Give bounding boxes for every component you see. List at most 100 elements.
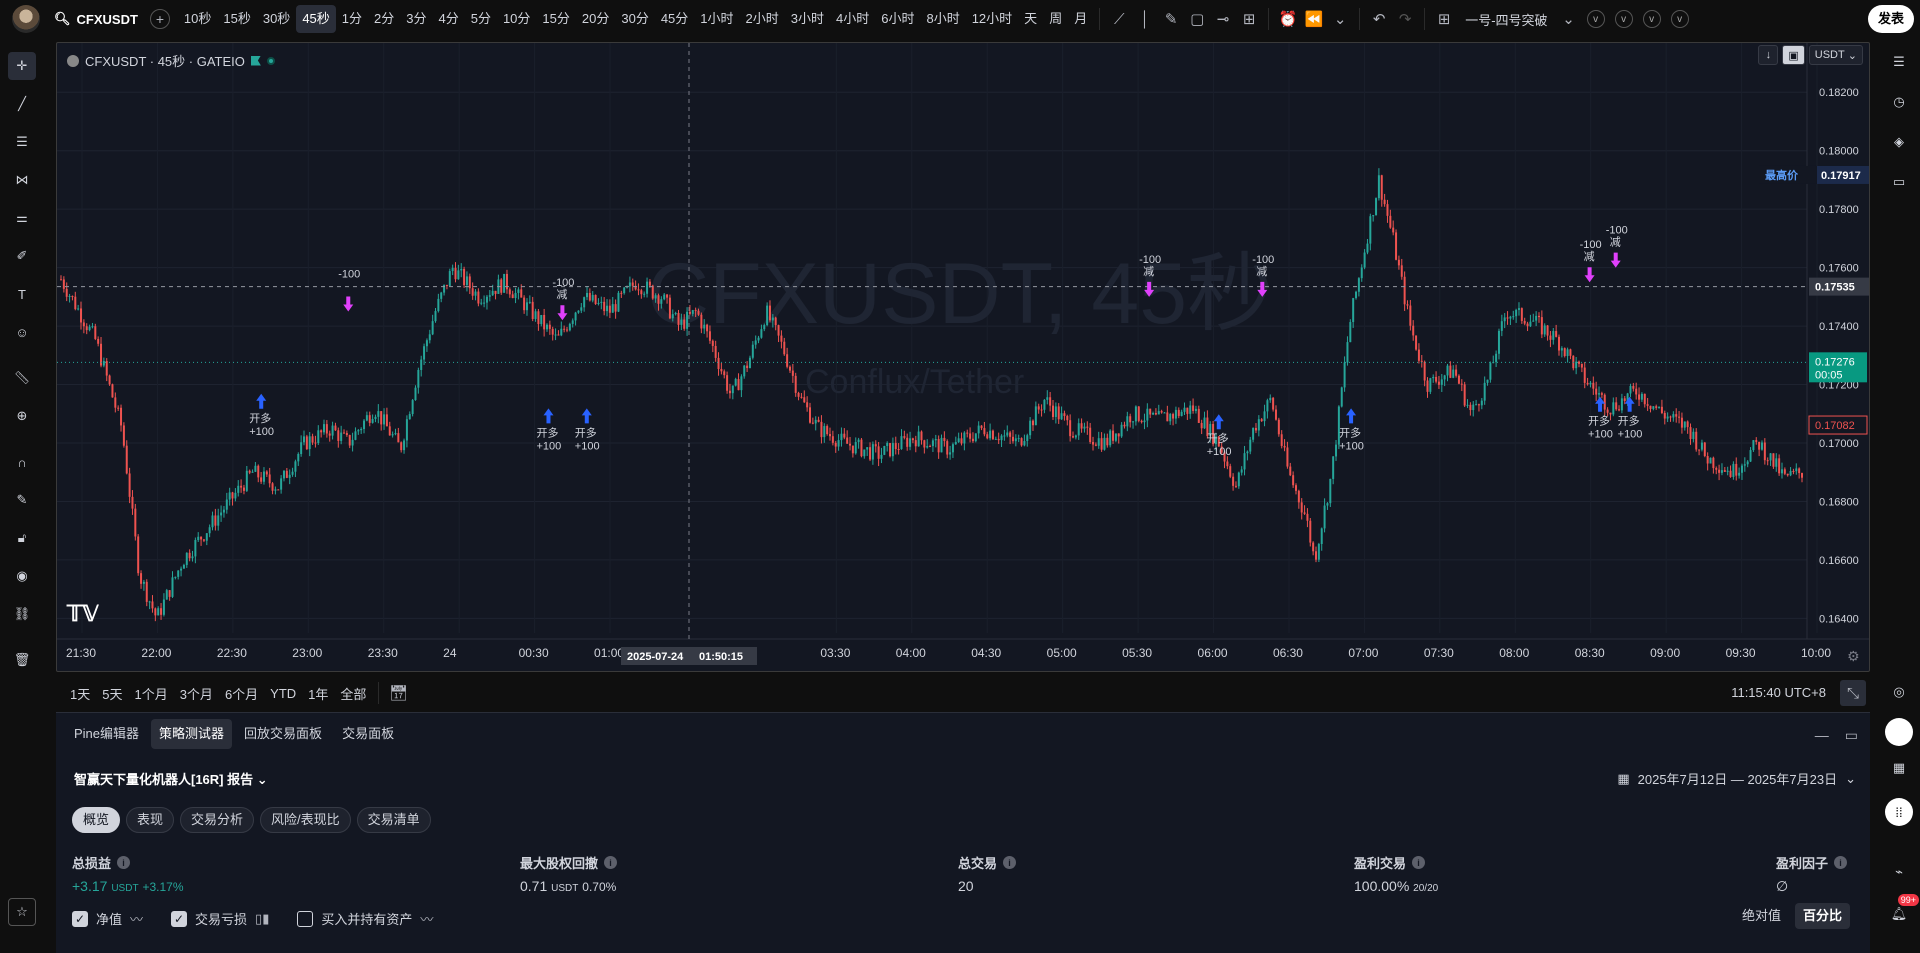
tradingview-logo-icon[interactable]: 𝕋𝕍 [66,601,100,626]
info-icon[interactable]: i [117,856,131,869]
layout-chevron-icon[interactable]: ⌄ [1556,6,1582,32]
interval-7[interactable]: 4分 [432,5,464,33]
zoom-icon[interactable]: ⊕ [8,402,36,430]
v-button-3[interactable]: v [1642,10,1661,28]
fib-icon[interactable]: ☰ [8,128,36,156]
interval-1[interactable]: 15秒 [217,5,256,33]
lock-icon[interactable]: 🔓︎ [8,524,36,552]
v-button-1[interactable]: v [1586,10,1605,28]
rectangle-icon[interactable]: ▢ [1184,6,1210,32]
interval-13[interactable]: 45分 [655,5,694,33]
interval-11[interactable]: 20分 [576,5,615,33]
redo-icon[interactable]: ↷ [1392,6,1418,32]
ruler-icon[interactable]: 📏︎ [8,364,36,392]
trash-icon[interactable]: 🗑︎ [8,646,36,674]
report-title[interactable]: 智赢天下量化机器人[16R] 报告 ⌄ [74,769,268,788]
replay-icon[interactable]: ⏪ [1301,6,1327,32]
arrow-down-icon[interactable]: ↓ [1758,45,1779,65]
range-6[interactable]: 1年 [302,684,334,703]
trendline-tool-icon[interactable]: ╱ [8,90,36,118]
flag-icon[interactable] [250,55,261,66]
subtab-4[interactable]: 交易清单 [356,807,431,833]
subtab-0[interactable]: 概览 [72,807,121,833]
series-toggle-1[interactable]: ✓ 交易亏损 ▯▮ [171,909,269,928]
auto-scale-icon[interactable]: ▣ [1782,45,1805,65]
brush-tool-icon[interactable]: ✐ [8,242,36,270]
lock-drawing-icon[interactable]: ✎ [8,486,36,514]
info-icon[interactable]: i [1834,856,1848,869]
interval-9[interactable]: 10分 [497,5,536,33]
brush-icon[interactable]: ✎ [1158,6,1184,32]
add-symbol-button[interactable]: + [149,9,170,29]
text-icon[interactable]: T [8,280,36,308]
range-0[interactable]: 1天 [64,684,96,703]
panel-tab-0[interactable]: Pine编辑器 [66,719,147,749]
absolute-value-button[interactable]: 绝对值 [1734,903,1789,929]
interval-20[interactable]: 12小时 [966,5,1018,33]
clock-display[interactable]: 11:15:40 UTC+8 [1731,685,1826,700]
range-3[interactable]: 3个月 [174,684,219,703]
interval-22[interactable]: 周 [1043,5,1068,33]
symbol-search[interactable]: 🔍︎ CFXUSDT [54,11,138,27]
layout-name[interactable]: 一号-四号突破 [1465,10,1547,29]
undo-icon[interactable]: ↶ [1366,6,1392,32]
percent-button[interactable]: 百分比 [1794,903,1850,929]
currency-select[interactable]: USDT ⌄ [1808,45,1863,65]
range-5[interactable]: YTD [264,686,302,701]
series-toggle-0[interactable]: ✓ 净值〰 [72,909,143,928]
gear-icon[interactable]: ⚙ [1847,649,1860,665]
interval-21[interactable]: 天 [1018,5,1043,33]
info-icon[interactable]: i [1003,856,1017,869]
series-style-icon[interactable]: 〰 [420,909,433,928]
chat-icon[interactable]: ▭ [1885,168,1913,196]
apps-icon[interactable]: ⁞⁞ [1885,798,1913,826]
maximize-icon[interactable]: ▭ [1845,727,1858,744]
calendar-icon[interactable]: ▦ [1885,754,1913,782]
range-1[interactable]: 5天 [96,684,128,703]
interval-2[interactable]: 30秒 [257,5,296,33]
eye-icon[interactable]: ◉ [8,562,36,590]
legend-title[interactable]: CFXUSDT · 45秒 · GATEIO [85,51,245,70]
v-button-2[interactable]: v [1614,10,1633,28]
watchlist-icon[interactable]: ☰ [1885,48,1913,76]
user-avatar[interactable] [12,5,40,33]
checkbox-icon[interactable]: ✓ [72,910,88,927]
interval-10[interactable]: 15分 [536,5,575,33]
broadcast-icon[interactable]: ⌁ [1885,858,1913,886]
layers-icon[interactable]: ◈ [1885,128,1913,156]
alert-icon[interactable]: ⏰ [1275,6,1301,32]
interval-8[interactable]: 5分 [465,5,497,33]
interval-4[interactable]: 1分 [336,5,368,33]
panel-tab-3[interactable]: 交易面板 [334,719,402,749]
date-range-picker[interactable]: ▦ 2025年7月12日 — 2025年7月23日 ⌄ [1617,769,1856,788]
chevron-down-icon[interactable]: ⌄ [1327,6,1353,32]
interval-16[interactable]: 3小时 [785,5,830,33]
magnet-icon[interactable]: ∩ [8,448,36,476]
star-icon[interactable]: ☆ [8,898,36,926]
subtab-1[interactable]: 表现 [126,807,175,833]
interval-23[interactable]: 月 [1068,5,1093,33]
minimize-icon[interactable]: — [1815,727,1829,744]
range-7[interactable]: 全部 [334,684,372,703]
panel-tab-2[interactable]: 回放交易面板 [236,719,330,749]
series-toggle-2[interactable]: 买入并持有资产〰 [297,909,433,928]
interval-3[interactable]: 45秒 [296,5,336,33]
interval-6[interactable]: 3分 [400,5,432,33]
interval-5[interactable]: 2分 [368,5,400,33]
trendline-icon[interactable]: ⟋ [1106,6,1132,32]
range-4[interactable]: 6个月 [219,684,264,703]
interval-17[interactable]: 4小时 [830,5,875,33]
target-icon[interactable]: ◎ [1885,678,1913,706]
forecast-icon[interactable]: ⚌ [8,204,36,232]
layout-grid-icon[interactable]: ⊞ [1431,6,1457,32]
subtab-3[interactable]: 风险/表现比 [260,807,351,833]
interval-18[interactable]: 6小时 [875,5,920,33]
interval-19[interactable]: 8小时 [920,5,965,33]
horizontal-ray-icon[interactable]: ⊸ [1210,6,1236,32]
subtab-2[interactable]: 交易分析 [180,807,255,833]
series-style-icon[interactable]: ▯▮ [255,911,269,927]
interval-14[interactable]: 1小时 [694,5,739,33]
indicators-icon[interactable]: ⊞ [1236,6,1262,32]
vertical-line-icon[interactable]: │ [1132,6,1158,32]
price-chart[interactable]: CFXUSDT · 45秒 · GATEIO ↓ ▣ USDT ⌄ 0.1820… [56,42,1870,672]
